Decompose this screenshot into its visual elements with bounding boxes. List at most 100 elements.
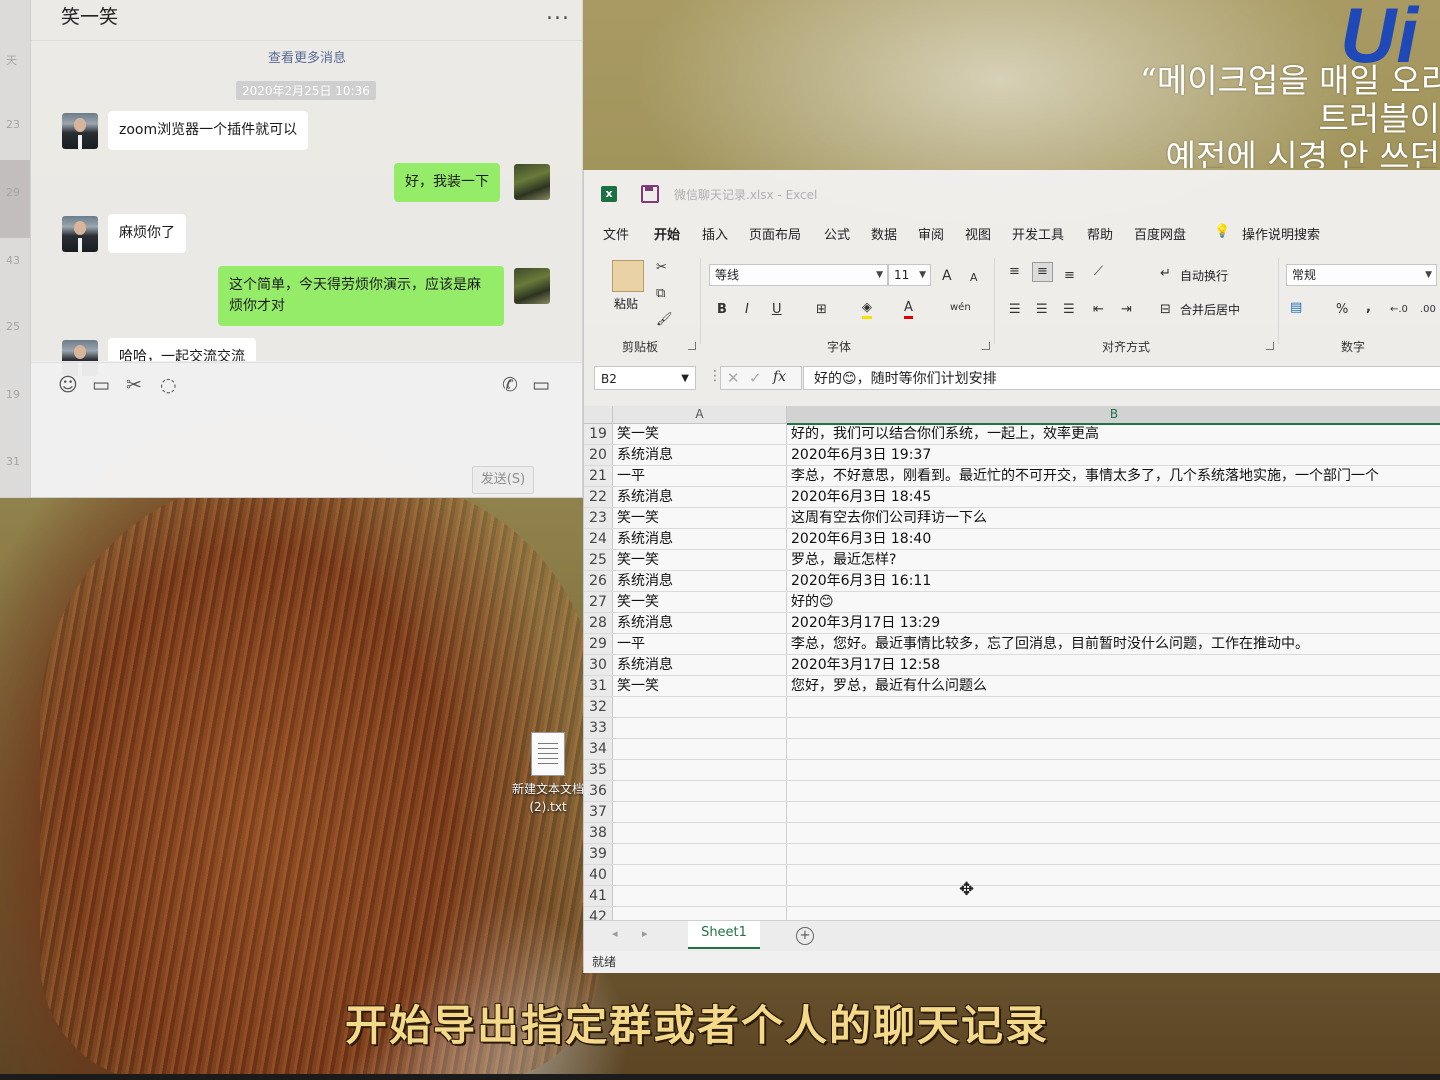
align-top-icon[interactable]: ≡ — [1009, 264, 1020, 280]
cell-column-a[interactable]: 系统消息 — [613, 529, 787, 549]
cell-column-b[interactable]: 您好，罗总，最近有什么问题么 — [787, 676, 1440, 696]
merge-center-icon[interactable]: ⊟ — [1160, 302, 1171, 318]
row-number[interactable]: 35 — [584, 760, 613, 780]
cell-column-b[interactable] — [787, 781, 1440, 801]
cell-column-b[interactable]: 2020年6月3日 16:11 — [787, 571, 1440, 591]
font-dialog-launcher[interactable] — [982, 342, 990, 350]
row-number[interactable]: 24 — [584, 529, 613, 549]
message-bubble-incoming[interactable]: zoom浏览器一个插件就可以 — [108, 111, 309, 150]
cell-column-b[interactable]: 李总，您好。最近事情比较多，忘了回消息，目前暂时没什么问题，工作在推动中。 — [787, 634, 1440, 654]
insert-function-button[interactable]: fx — [773, 369, 786, 385]
cell-column-a[interactable]: 笑一笑 — [613, 592, 787, 612]
sheet-prev-icon[interactable]: ◂ — [612, 927, 618, 940]
cell-column-a[interactable] — [613, 718, 787, 738]
table-row[interactable]: 30 系统消息 2020年3月17日 12:58 — [584, 655, 1440, 676]
row-number[interactable]: 20 — [584, 445, 613, 465]
row-number[interactable]: 28 — [584, 613, 613, 633]
cell-column-a[interactable] — [613, 781, 787, 801]
merge-center-button[interactable]: 合并后居中 — [1180, 302, 1240, 318]
video-icon[interactable]: ▭ — [532, 374, 550, 396]
paste-icon[interactable] — [612, 260, 644, 292]
column-header-b[interactable]: B — [787, 406, 1440, 425]
cell-column-b[interactable] — [787, 886, 1440, 906]
folder-icon[interactable]: ▭ — [92, 374, 110, 396]
table-row[interactable]: 33 — [584, 718, 1440, 739]
wrap-text-button[interactable]: 自动换行 — [1180, 268, 1228, 284]
cell-column-a[interactable]: 系统消息 — [613, 655, 787, 675]
cell-column-a[interactable]: 笑一笑 — [613, 550, 787, 570]
orientation-icon[interactable]: ⟋ — [1094, 264, 1103, 280]
table-row[interactable]: 26 系统消息 2020年6月3日 16:11 — [584, 571, 1440, 592]
tab-file[interactable]: 文件 — [603, 224, 629, 243]
tab-baidu-netdisk[interactable]: 百度网盘 — [1134, 224, 1186, 243]
tell-me-search[interactable]: 操作说明搜索 — [1242, 224, 1320, 243]
selected-chat[interactable] — [0, 160, 30, 238]
align-middle-icon[interactable]: ≡ — [1032, 262, 1053, 282]
cell-column-a[interactable] — [613, 844, 787, 864]
row-number[interactable]: 25 — [584, 550, 613, 570]
phone-icon[interactable]: ✆ — [502, 374, 518, 396]
table-row[interactable]: 36 — [584, 781, 1440, 802]
cell-column-b[interactable]: 2020年6月3日 18:45 — [787, 487, 1440, 507]
contact-avatar[interactable] — [62, 216, 98, 252]
cell-column-b[interactable]: 这周有空去你们公司拜访一下么 — [787, 508, 1440, 528]
cell-column-a[interactable]: 笑一笑 — [613, 676, 787, 696]
font-name-select[interactable]: 等线 ▼ — [709, 264, 888, 286]
font-color-icon[interactable]: A — [904, 300, 913, 319]
align-center-icon[interactable]: ☰ — [1036, 302, 1048, 318]
cell-column-a[interactable] — [613, 886, 787, 906]
cell-column-b[interactable]: 罗总，最近怎样? — [787, 550, 1440, 570]
select-all-corner[interactable] — [584, 406, 613, 423]
cell-column-b[interactable]: 李总，不好意思，刚看到。最近忙的不可开交，事情太多了，几个系统落地实施，一个部门… — [787, 466, 1440, 486]
cell-column-b[interactable]: 2020年6月3日 19:37 — [787, 445, 1440, 465]
add-sheet-button[interactable]: + — [796, 927, 814, 945]
row-number[interactable]: 22 — [584, 487, 613, 507]
cut-icon[interactable]: ✂ — [656, 260, 667, 276]
row-number[interactable]: 37 — [584, 802, 613, 822]
tab-insert[interactable]: 插入 — [702, 224, 728, 243]
wrap-text-icon[interactable]: ↵ — [1160, 266, 1171, 282]
table-row[interactable]: 37 — [584, 802, 1440, 823]
tab-review[interactable]: 审阅 — [918, 224, 944, 243]
row-number[interactable]: 19 — [584, 424, 613, 444]
currency-format-icon[interactable]: ▤ — [1290, 300, 1302, 316]
enter-icon[interactable]: ✓ — [749, 369, 762, 387]
row-number[interactable]: 34 — [584, 739, 613, 759]
name-box[interactable]: B2 ▼ — [594, 366, 696, 390]
scissors-icon[interactable]: ✂ — [126, 374, 142, 396]
cell-column-b[interactable]: 2020年6月3日 18:40 — [787, 529, 1440, 549]
load-more-link[interactable]: 查看更多消息 — [268, 47, 346, 66]
cell-column-b[interactable] — [787, 844, 1440, 864]
table-row[interactable]: 20 系统消息 2020年6月3日 19:37 — [584, 445, 1440, 466]
row-number[interactable]: 36 — [584, 781, 613, 801]
cell-column-a[interactable]: 系统消息 — [613, 487, 787, 507]
table-row[interactable]: 23 笑一笑 这周有空去你们公司拜访一下么 — [584, 508, 1440, 529]
cell-column-a[interactable] — [613, 739, 787, 759]
cell-column-b[interactable] — [787, 697, 1440, 717]
table-row[interactable]: 41 — [584, 886, 1440, 907]
table-row[interactable]: 32 — [584, 697, 1440, 718]
decrease-indent-icon[interactable]: ⇤ — [1093, 302, 1104, 318]
self-avatar[interactable] — [514, 268, 550, 304]
table-row[interactable]: 42 — [584, 907, 1440, 920]
desktop-file-icon[interactable]: 新建文本文档 (2).txt — [506, 732, 590, 816]
table-row[interactable]: 40 — [584, 865, 1440, 886]
sheet-tab-sheet1[interactable]: Sheet1 — [688, 921, 760, 949]
percent-style-button[interactable]: % — [1336, 302, 1348, 318]
align-right-icon[interactable]: ☰ — [1063, 302, 1075, 318]
cell-column-b[interactable]: 好的，我们可以结合你们系统，一起上，效率更高 — [787, 424, 1440, 444]
italic-button[interactable]: I — [745, 302, 749, 318]
cell-column-a[interactable]: 笑一笑 — [613, 508, 787, 528]
alignment-dialog-launcher[interactable] — [1266, 342, 1274, 350]
column-header-a[interactable]: A — [613, 406, 787, 423]
table-row[interactable]: 31 笑一笑 您好，罗总，最近有什么问题么 — [584, 676, 1440, 697]
emoji-icon[interactable]: ☺ — [58, 374, 78, 396]
bold-button[interactable]: B — [717, 302, 727, 318]
align-left-icon[interactable]: ☰ — [1009, 302, 1021, 318]
table-row[interactable]: 25 笑一笑 罗总，最近怎样? — [584, 550, 1440, 571]
cell-column-b[interactable] — [787, 802, 1440, 822]
cell-column-a[interactable] — [613, 907, 787, 920]
chat-history-icon[interactable]: ◌ — [160, 374, 177, 396]
cell-column-a[interactable] — [613, 697, 787, 717]
worksheet-grid[interactable]: A B 19 笑一笑 好的，我们可以结合你们系统，一起上，效率更高 20 系统消息 202… — [584, 406, 1440, 920]
